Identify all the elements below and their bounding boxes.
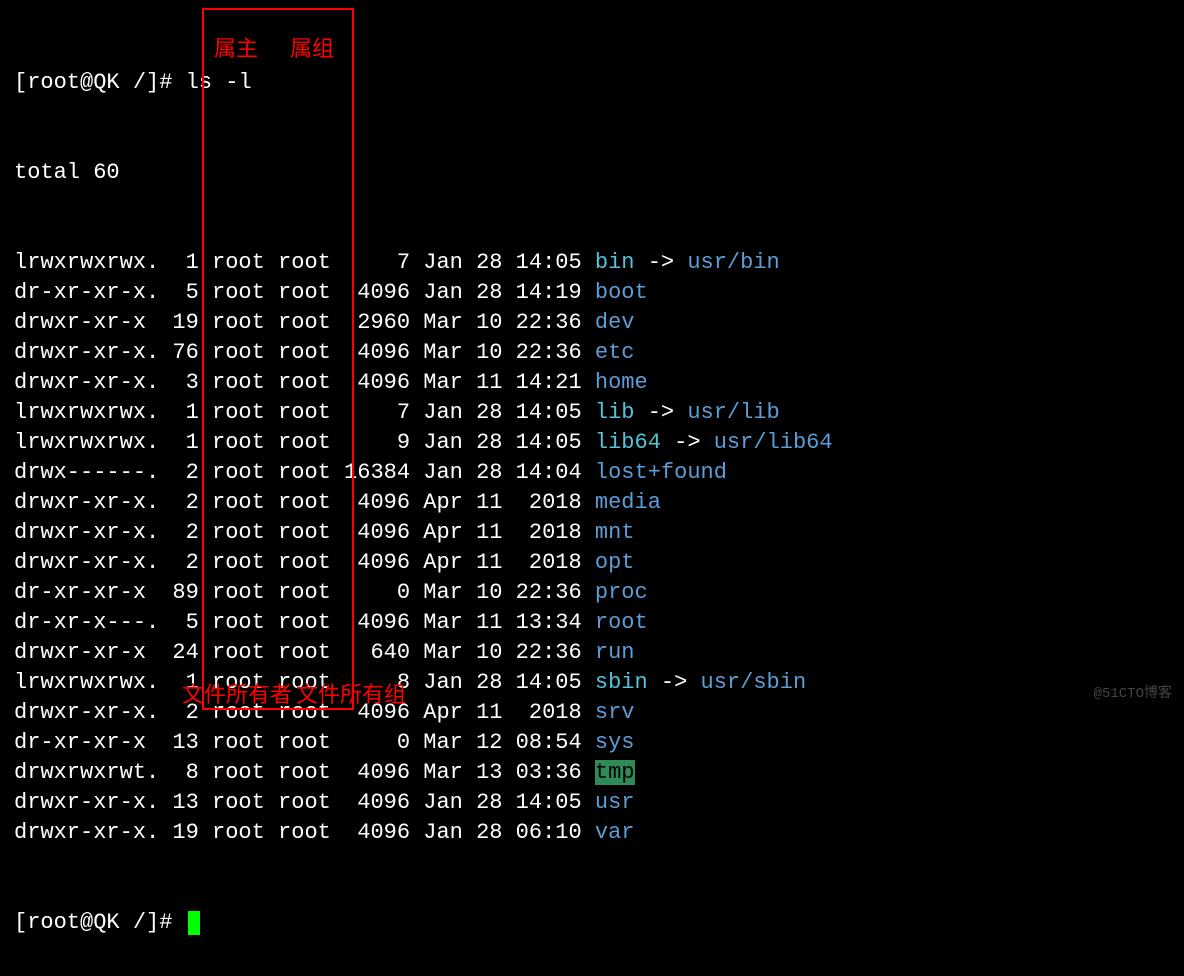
- command-text: ls -l: [186, 70, 252, 95]
- cursor: [188, 911, 200, 935]
- list-item: lrwxrwxrwx. 1 root root 7 Jan 28 14:05 l…: [14, 398, 1170, 428]
- list-item: drwxr-xr-x 19 root root 2960 Mar 10 22:3…: [14, 308, 1170, 338]
- file-listing: lrwxrwxrwx. 1 root root 7 Jan 28 14:05 b…: [14, 248, 1170, 848]
- list-item: drwxr-xr-x. 2 root root 4096 Apr 11 2018…: [14, 488, 1170, 518]
- list-item: drwxr-xr-x. 2 root root 4096 Apr 11 2018…: [14, 548, 1170, 578]
- list-item: lrwxrwxrwx. 1 root root 9 Jan 28 14:05 l…: [14, 428, 1170, 458]
- prompt-text: [root@QK /]#: [14, 70, 186, 95]
- list-item: drwxr-xr-x. 19 root root 4096 Jan 28 06:…: [14, 818, 1170, 848]
- list-item: drwxr-xr-x. 13 root root 4096 Jan 28 14:…: [14, 788, 1170, 818]
- list-item: drwx------. 2 root root 16384 Jan 28 14:…: [14, 458, 1170, 488]
- list-item: drwxr-xr-x. 2 root root 4096 Apr 11 2018…: [14, 518, 1170, 548]
- list-item: drwxrwxrwt. 8 root root 4096 Mar 13 03:3…: [14, 758, 1170, 788]
- list-item: dr-xr-xr-x. 5 root root 4096 Jan 28 14:1…: [14, 278, 1170, 308]
- prompt-text: [root@QK /]#: [14, 910, 186, 935]
- prompt-line-2: [root@QK /]#: [14, 908, 1170, 938]
- total-line: total 60: [14, 158, 1170, 188]
- list-item: drwxr-xr-x. 3 root root 4096 Mar 11 14:2…: [14, 368, 1170, 398]
- list-item: dr-xr-x---. 5 root root 4096 Mar 11 13:3…: [14, 608, 1170, 638]
- list-item: drwxr-xr-x. 2 root root 4096 Apr 11 2018…: [14, 698, 1170, 728]
- list-item: lrwxrwxrwx. 1 root root 7 Jan 28 14:05 b…: [14, 248, 1170, 278]
- list-item: lrwxrwxrwx. 1 root root 8 Jan 28 14:05 s…: [14, 668, 1170, 698]
- list-item: dr-xr-xr-x 13 root root 0 Mar 12 08:54 s…: [14, 728, 1170, 758]
- list-item: dr-xr-xr-x 89 root root 0 Mar 10 22:36 p…: [14, 578, 1170, 608]
- prompt-line-1: [root@QK /]# ls -l: [14, 68, 1170, 98]
- list-item: drwxr-xr-x. 76 root root 4096 Mar 10 22:…: [14, 338, 1170, 368]
- terminal[interactable]: [root@QK /]# ls -l total 60 lrwxrwxrwx. …: [0, 0, 1184, 976]
- list-item: drwxr-xr-x 24 root root 640 Mar 10 22:36…: [14, 638, 1170, 668]
- watermark: @51CTO博客: [1094, 679, 1172, 709]
